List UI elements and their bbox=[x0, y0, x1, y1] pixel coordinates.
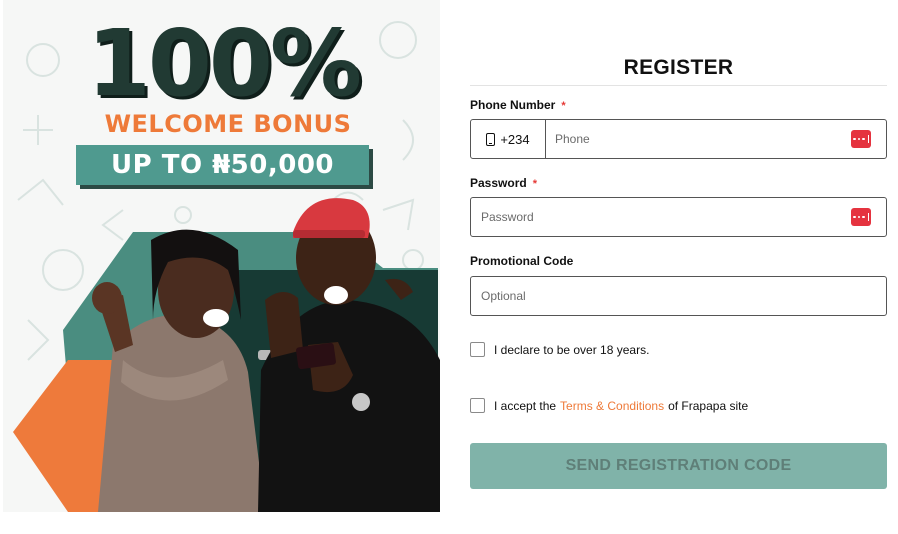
terms-link[interactable]: Terms & Conditions bbox=[560, 399, 664, 413]
password-label: Password * bbox=[470, 176, 537, 190]
password-field bbox=[470, 197, 887, 237]
age-checkbox[interactable] bbox=[470, 342, 485, 357]
form-title: REGISTER bbox=[623, 56, 734, 79]
age-declaration-row[interactable]: I declare to be over 18 years. bbox=[470, 342, 649, 357]
promo-field bbox=[470, 276, 887, 316]
phone-input[interactable] bbox=[555, 120, 845, 158]
phone-field: +234 bbox=[470, 119, 887, 159]
bonus-amount-ribbon: UP TO ₦50,000 bbox=[76, 145, 369, 185]
phone-icon bbox=[486, 132, 496, 146]
phone-label-text: Phone Number bbox=[470, 98, 556, 112]
password-input[interactable] bbox=[481, 198, 841, 236]
password-manager-icon[interactable] bbox=[851, 130, 871, 148]
promo-label: Promotional Code bbox=[470, 254, 574, 268]
promo-code-input[interactable] bbox=[481, 277, 876, 315]
title-divider bbox=[470, 85, 887, 86]
terms-row[interactable]: I accept the Terms & Conditions of Frapa… bbox=[470, 398, 748, 413]
country-code-selector[interactable]: +234 bbox=[471, 120, 546, 158]
age-checkbox-label: I declare to be over 18 years. bbox=[494, 342, 650, 357]
welcome-bonus-label: WELCOME BONUS bbox=[104, 110, 352, 138]
register-form: REGISTER Phone Number * +234 Password * Pr… bbox=[470, 0, 887, 534]
terms-suffix: of Frapapa site bbox=[668, 398, 749, 413]
password-manager-icon[interactable] bbox=[851, 208, 871, 226]
required-marker: * bbox=[532, 178, 537, 190]
phone-label: Phone Number * bbox=[470, 98, 566, 112]
required-marker: * bbox=[561, 100, 566, 112]
password-label-text: Password bbox=[470, 176, 527, 190]
send-registration-code-button[interactable]: SEND REGISTRATION CODE bbox=[470, 443, 887, 489]
promo-banner: 100% WELCOME BONUS UP TO ₦50,000 bbox=[3, 0, 440, 512]
terms-prefix: I accept the bbox=[494, 398, 557, 413]
country-code: +234 bbox=[500, 131, 530, 147]
terms-checkbox[interactable] bbox=[470, 398, 485, 413]
bonus-percent: 100% bbox=[86, 10, 362, 117]
